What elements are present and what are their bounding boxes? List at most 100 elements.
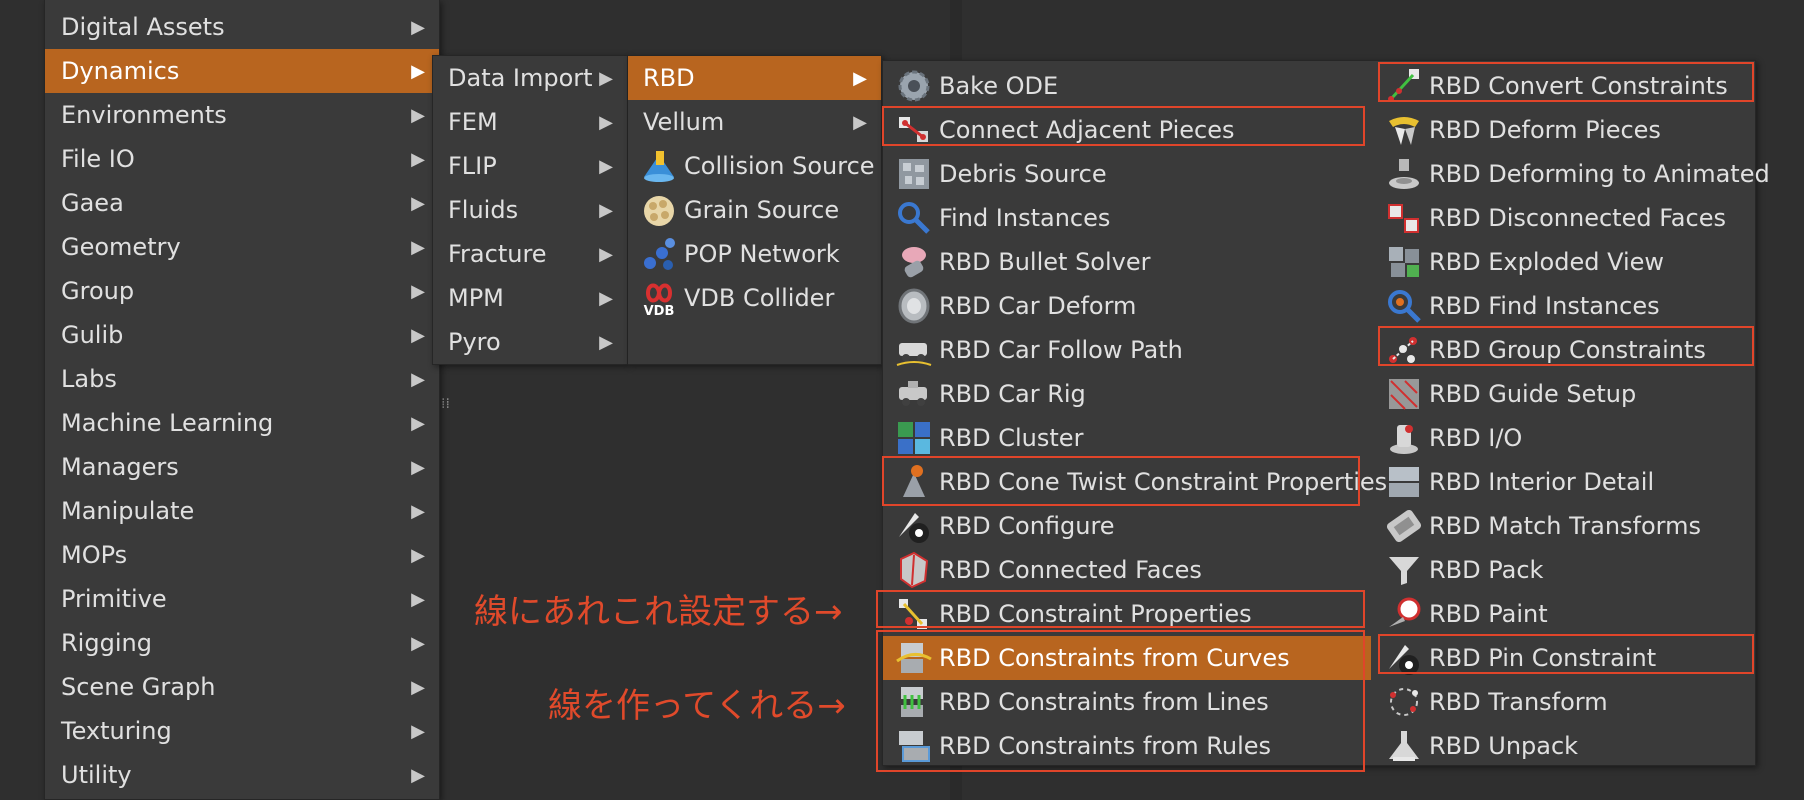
tool-rbd-car-follow-path[interactable]: RBD Car Follow Path <box>883 328 1371 372</box>
svg-text:VDB: VDB <box>644 304 675 317</box>
submenu-arrow-icon: ▶ <box>599 111 613 133</box>
tool-rbd-car-deform[interactable]: RBD Car Deform <box>883 284 1371 328</box>
tool-debris-source[interactable]: Debris Source <box>883 152 1371 196</box>
find-instances-icon <box>1385 287 1423 325</box>
connected-faces-icon <box>895 551 933 589</box>
menu-item-pop-network[interactable]: POP Network <box>628 232 881 276</box>
tool-rbd-cone-twist-constraint-properties[interactable]: RBD Cone Twist Constraint Properties <box>883 460 1387 504</box>
tool-connect-adjacent-pieces[interactable]: Connect Adjacent Pieces <box>883 108 1371 152</box>
menu-item-rbd[interactable]: RBD ▶ <box>628 56 881 100</box>
tool-rbd-pack[interactable]: RBD Pack <box>1373 548 1755 592</box>
tool-rbd-constraints-from-curves[interactable]: RBD Constraints from Curves <box>883 636 1371 680</box>
match-transforms-icon <box>1385 507 1423 545</box>
tool-rbd-constraints-from-lines[interactable]: RBD Constraints from Lines <box>883 680 1371 724</box>
menu-item-geometry[interactable]: Geometry ▶ <box>45 225 439 269</box>
tool-rbd-connected-faces[interactable]: RBD Connected Faces <box>883 548 1371 592</box>
submenu-arrow-icon: ▶ <box>411 16 425 38</box>
submenu-arrow-icon: ▶ <box>411 720 425 742</box>
menu-item-gulib[interactable]: Gulib ▶ <box>45 313 439 357</box>
menu-item-fracture[interactable]: Fracture ▶ <box>433 232 627 276</box>
submenu-arrow-icon: ▶ <box>411 588 425 610</box>
menu-item-machine-learning[interactable]: Machine Learning ▶ <box>45 401 439 445</box>
menu-item-fem[interactable]: FEM ▶ <box>433 100 627 144</box>
menu-item-collision-source[interactable]: Collision Source <box>628 144 881 188</box>
tool-rbd-pin-constraint[interactable]: RBD Pin Constraint <box>1373 636 1755 680</box>
tool-rbd-configure[interactable]: RBD Configure <box>883 504 1371 548</box>
splitter-grip-icon[interactable]: ⁞⁞ <box>441 396 450 412</box>
annotation-constraint-properties: 線にあれこれ設定する→ <box>474 592 843 632</box>
tool-rbd-paint[interactable]: RBD Paint <box>1373 592 1755 636</box>
tool-rbd-match-transforms[interactable]: RBD Match Transforms <box>1373 504 1755 548</box>
grain-source-icon <box>640 191 678 229</box>
menu-item-pyro[interactable]: Pyro ▶ <box>433 320 627 364</box>
tab-menu-main: Digital Assets ▶ Dynamics ▶ Environments ▶ … <box>44 0 440 800</box>
tool-find-instances[interactable]: Find Instances <box>883 196 1371 240</box>
submenu-arrow-icon: ▶ <box>411 764 425 786</box>
pop-network-icon <box>640 235 678 273</box>
collision-source-icon <box>640 147 678 185</box>
bullet-solver-icon <box>895 243 933 281</box>
menu-item-gaea[interactable]: Gaea ▶ <box>45 181 439 225</box>
submenu-arrow-icon: ▶ <box>853 111 867 133</box>
submenu-arrow-icon: ▶ <box>411 632 425 654</box>
pack-icon <box>1385 551 1423 589</box>
submenu-arrow-icon: ▶ <box>411 544 425 566</box>
submenu-arrow-icon: ▶ <box>853 67 867 89</box>
tool-rbd-guide-setup[interactable]: RBD Guide Setup <box>1373 372 1755 416</box>
menu-item-group[interactable]: Group ▶ <box>45 269 439 313</box>
tool-rbd-group-constraints[interactable]: RBD Group Constraints <box>1373 328 1755 372</box>
tire-icon <box>895 287 933 325</box>
paint-icon <box>1385 595 1423 633</box>
menu-item-primitive[interactable]: Primitive ▶ <box>45 577 439 621</box>
menu-item-dynamics[interactable]: Dynamics ▶ <box>45 49 439 93</box>
tool-rbd-deforming-to-animated[interactable]: RBD Deforming to Animated <box>1373 152 1770 196</box>
tool-rbd-interior-detail[interactable]: RBD Interior Detail <box>1373 460 1755 504</box>
tool-rbd-disconnected-faces[interactable]: RBD Disconnected Faces <box>1373 196 1755 240</box>
menu-item-vellum[interactable]: Vellum ▶ <box>628 100 881 144</box>
menu-item-mops[interactable]: MOPs ▶ <box>45 533 439 577</box>
tool-rbd-constraint-properties[interactable]: RBD Constraint Properties <box>883 592 1371 636</box>
menu-item-grain-source[interactable]: Grain Source <box>628 188 881 232</box>
menu-item-utility[interactable]: Utility ▶ <box>45 753 439 797</box>
tool-bake-ode[interactable]: Bake ODE <box>883 64 1371 108</box>
tool-rbd-find-instances[interactable]: RBD Find Instances <box>1373 284 1755 328</box>
tool-rbd-unpack[interactable]: RBD Unpack <box>1373 724 1755 768</box>
menu-item-vdb-collider[interactable]: VDB VDB Collider <box>628 276 881 320</box>
submenu-arrow-icon: ▶ <box>411 236 425 258</box>
tool-rbd-constraints-from-rules[interactable]: RBD Constraints from Rules <box>883 724 1371 768</box>
menu-item-flip[interactable]: FLIP ▶ <box>433 144 627 188</box>
tool-rbd-car-rig[interactable]: RBD Car Rig <box>883 372 1371 416</box>
convert-constraints-icon <box>1385 67 1423 105</box>
configure-icon <box>895 507 933 545</box>
tool-rbd-exploded-view[interactable]: RBD Exploded View <box>1373 240 1755 284</box>
submenu-arrow-icon: ▶ <box>599 199 613 221</box>
menu-item-texturing[interactable]: Texturing ▶ <box>45 709 439 753</box>
menu-item-fluids[interactable]: Fluids ▶ <box>433 188 627 232</box>
car-path-icon <box>895 331 933 369</box>
menu-item-managers[interactable]: Managers ▶ <box>45 445 439 489</box>
tool-rbd-bullet-solver[interactable]: RBD Bullet Solver <box>883 240 1371 284</box>
menu-item-mpm[interactable]: MPM ▶ <box>433 276 627 320</box>
submenu-arrow-icon: ▶ <box>411 280 425 302</box>
debris-icon <box>895 155 933 193</box>
tool-rbd-deform-pieces[interactable]: RBD Deform Pieces <box>1373 108 1755 152</box>
menu-item-environments[interactable]: Environments ▶ <box>45 93 439 137</box>
constraints-curves-icon <box>895 639 933 677</box>
tool-rbd-io[interactable]: RBD I/O <box>1373 416 1755 460</box>
left-pane <box>0 0 44 800</box>
group-constraints-icon <box>1385 331 1423 369</box>
menu-item-labs[interactable]: Labs ▶ <box>45 357 439 401</box>
menu-item-scene-graph[interactable]: Scene Graph ▶ <box>45 665 439 709</box>
menu-item-digital-assets[interactable]: Digital Assets ▶ <box>45 5 439 49</box>
submenu-arrow-icon: ▶ <box>411 60 425 82</box>
menu-item-manipulate[interactable]: Manipulate ▶ <box>45 489 439 533</box>
transform-icon <box>1385 683 1423 721</box>
tool-rbd-transform[interactable]: RBD Transform <box>1373 680 1755 724</box>
menu-item-file-io[interactable]: File IO ▶ <box>45 137 439 181</box>
menu-item-rigging[interactable]: Rigging ▶ <box>45 621 439 665</box>
dynamics-submenu: Data Import ▶ FEM ▶ FLIP ▶ Fluids ▶ Fracture… <box>432 55 628 365</box>
submenu-arrow-icon: ▶ <box>411 148 425 170</box>
tool-rbd-convert-constraints[interactable]: RBD Convert Constraints <box>1373 64 1755 108</box>
menu-item-data-import[interactable]: Data Import ▶ <box>433 56 627 100</box>
tool-rbd-cluster[interactable]: RBD Cluster <box>883 416 1371 460</box>
